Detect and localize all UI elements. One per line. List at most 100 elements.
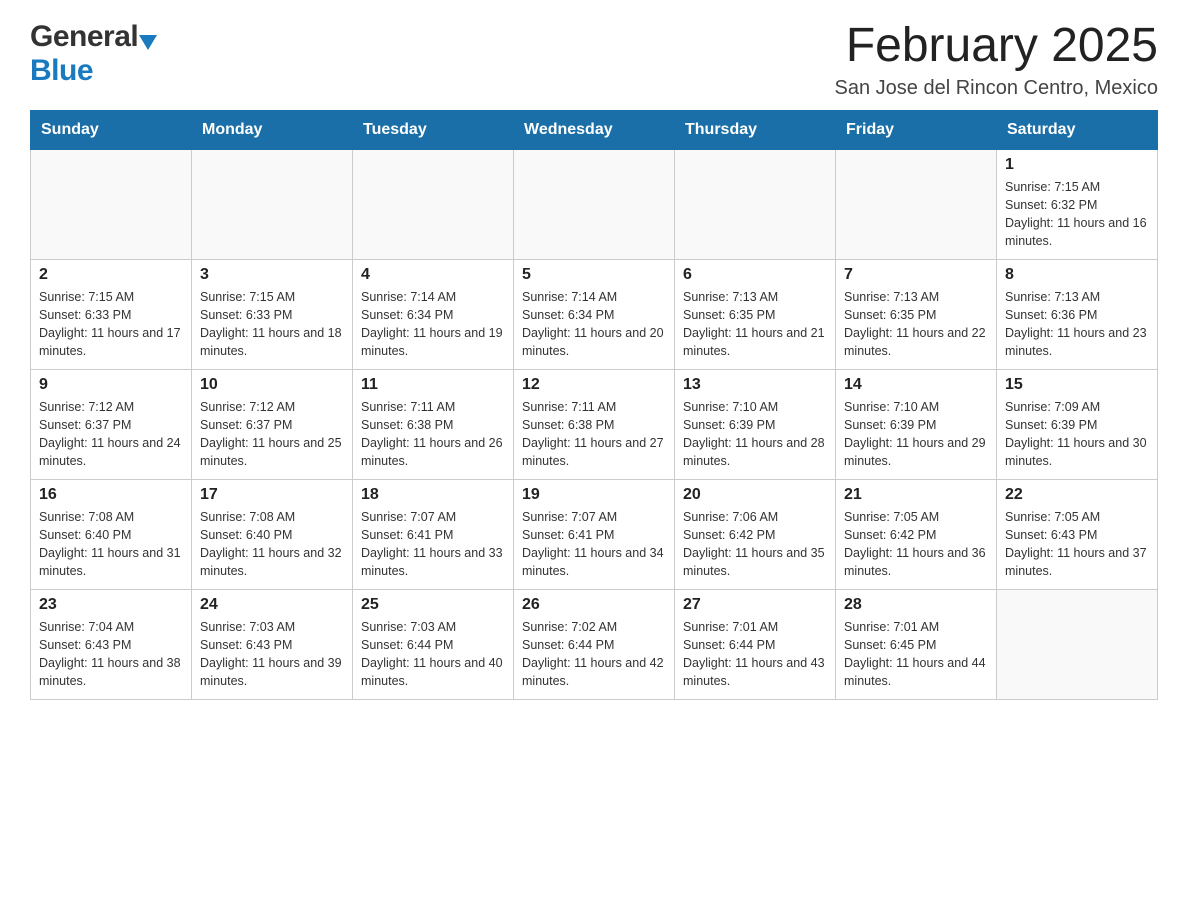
day-number: 22 (1005, 486, 1149, 504)
calendar-header: SundayMondayTuesdayWednesdayThursdayFrid… (31, 110, 1158, 149)
day-info: Sunrise: 7:02 AMSunset: 6:44 PMDaylight:… (522, 618, 666, 691)
day-info: Sunrise: 7:08 AMSunset: 6:40 PMDaylight:… (200, 508, 344, 581)
day-info: Sunrise: 7:13 AMSunset: 6:35 PMDaylight:… (683, 288, 827, 361)
day-info: Sunrise: 7:07 AMSunset: 6:41 PMDaylight:… (361, 508, 505, 581)
day-info: Sunrise: 7:01 AMSunset: 6:45 PMDaylight:… (844, 618, 988, 691)
calendar-day-cell: 24 Sunrise: 7:03 AMSunset: 6:43 PMDayligh… (192, 589, 353, 699)
calendar-day-cell: 16Sunrise: 7:08 AMSunset: 6:40 PMDayligh… (31, 479, 192, 589)
calendar-day-cell: 15Sunrise: 7:09 AMSunset: 6:39 PMDayligh… (997, 369, 1158, 479)
day-info: Sunrise: 7:06 AMSunset: 6:42 PMDaylight:… (683, 508, 827, 581)
calendar-day-header: Friday (836, 110, 997, 149)
calendar-week-row: 2 Sunrise: 7:15 AMSunset: 6:33 PMDaylight… (31, 259, 1158, 369)
calendar-day-header: Saturday (997, 110, 1158, 149)
day-number: 4 (361, 266, 505, 284)
page-subtitle: San Jose del Rincon Centro, Mexico (835, 77, 1159, 100)
day-info: Sunrise: 7:13 AMSunset: 6:36 PMDaylight:… (1005, 288, 1149, 361)
day-number: 24 (200, 596, 344, 614)
day-number: 2 (39, 266, 183, 284)
calendar-day-cell (836, 149, 997, 259)
calendar-day-cell: 19Sunrise: 7:07 AMSunset: 6:41 PMDayligh… (514, 479, 675, 589)
calendar-day-cell: 18 Sunrise: 7:07 AMSunset: 6:41 PMDayligh… (353, 479, 514, 589)
logo-blue: Blue (30, 54, 93, 87)
logo-general: General (30, 20, 138, 54)
calendar-header-row: SundayMondayTuesdayWednesdayThursdayFrid… (31, 110, 1158, 149)
day-info: Sunrise: 7:12 AMSunset: 6:37 PMDaylight:… (39, 398, 183, 471)
calendar-body: 1 Sunrise: 7:15 AMSunset: 6:32 PMDaylight… (31, 149, 1158, 699)
day-info: Sunrise: 7:09 AMSunset: 6:39 PMDaylight:… (1005, 398, 1149, 471)
calendar-day-cell (997, 589, 1158, 699)
calendar-day-cell: 1 Sunrise: 7:15 AMSunset: 6:32 PMDaylight… (997, 149, 1158, 259)
day-number: 10 (200, 376, 344, 394)
day-info: Sunrise: 7:12 AMSunset: 6:37 PMDaylight:… (200, 398, 344, 471)
calendar-day-cell (192, 149, 353, 259)
day-number: 14 (844, 376, 988, 394)
calendar-day-cell (31, 149, 192, 259)
calendar-day-cell: 21 Sunrise: 7:05 AMSunset: 6:42 PMDayligh… (836, 479, 997, 589)
day-info: Sunrise: 7:15 AMSunset: 6:32 PMDaylight:… (1005, 178, 1149, 251)
day-info: Sunrise: 7:03 AMSunset: 6:43 PMDaylight:… (200, 618, 344, 691)
calendar-day-cell: 12 Sunrise: 7:11 AMSunset: 6:38 PMDayligh… (514, 369, 675, 479)
calendar-day-cell: 7Sunrise: 7:13 AMSunset: 6:35 PMDaylight… (836, 259, 997, 369)
calendar-week-row: 16 Sunrise: 7:08 AMSunset: 6:40 PMDayligh… (31, 479, 1158, 589)
day-info: Sunrise: 7:04 AMSunset: 6:43 PMDaylight:… (39, 618, 183, 691)
logo: General Blue (30, 20, 157, 88)
calendar-day-header: Tuesday (353, 110, 514, 149)
calendar-day-cell (353, 149, 514, 259)
calendar-day-cell: 13 Sunrise: 7:10 AMSunset: 6:39 PMDayligh… (675, 369, 836, 479)
day-info: Sunrise: 7:13 AMSunset: 6:35 PMDaylight:… (844, 288, 988, 361)
day-info: Sunrise: 7:07 AMSunset: 6:41 PMDaylight:… (522, 508, 666, 581)
day-number: 26 (522, 596, 666, 614)
day-info: Sunrise: 7:10 AMSunset: 6:39 PMDaylight:… (683, 398, 827, 471)
calendar-day-header: Sunday (31, 110, 192, 149)
day-number: 12 (522, 376, 666, 394)
day-number: 28 (844, 596, 988, 614)
calendar-day-cell: 17 Sunrise: 7:08 AMSunset: 6:40 PMDayligh… (192, 479, 353, 589)
day-number: 6 (683, 266, 827, 284)
day-info: Sunrise: 7:14 AMSunset: 6:34 PMDaylight:… (522, 288, 666, 361)
day-number: 18 (361, 486, 505, 504)
calendar-day-cell: 14Sunrise: 7:10 AMSunset: 6:39 PMDayligh… (836, 369, 997, 479)
calendar-week-row: 1 Sunrise: 7:15 AMSunset: 6:32 PMDaylight… (31, 149, 1158, 259)
title-block: February 2025 San Jose del Rincon Centro… (835, 20, 1159, 100)
day-info: Sunrise: 7:15 AMSunset: 6:33 PMDaylight:… (39, 288, 183, 361)
calendar-day-cell: 20 Sunrise: 7:06 AMSunset: 6:42 PMDayligh… (675, 479, 836, 589)
day-number: 20 (683, 486, 827, 504)
calendar-week-row: 9 Sunrise: 7:12 AMSunset: 6:37 PMDaylight… (31, 369, 1158, 479)
day-info: Sunrise: 7:11 AMSunset: 6:38 PMDaylight:… (361, 398, 505, 471)
calendar-table: SundayMondayTuesdayWednesdayThursdayFrid… (30, 110, 1158, 700)
day-number: 5 (522, 266, 666, 284)
calendar-day-cell: 2 Sunrise: 7:15 AMSunset: 6:33 PMDaylight… (31, 259, 192, 369)
day-number: 13 (683, 376, 827, 394)
day-number: 16 (39, 486, 183, 504)
page-header: General Blue February 2025 San Jose del … (30, 20, 1158, 100)
logo-triangle-icon (139, 35, 157, 50)
day-info: Sunrise: 7:05 AMSunset: 6:43 PMDaylight:… (1005, 508, 1149, 581)
calendar-day-cell: 8 Sunrise: 7:13 AMSunset: 6:36 PMDaylight… (997, 259, 1158, 369)
calendar-day-cell: 6 Sunrise: 7:13 AMSunset: 6:35 PMDaylight… (675, 259, 836, 369)
calendar-day-cell: 25Sunrise: 7:03 AMSunset: 6:44 PMDayligh… (353, 589, 514, 699)
day-number: 3 (200, 266, 344, 284)
calendar-day-cell: 27Sunrise: 7:01 AMSunset: 6:44 PMDayligh… (675, 589, 836, 699)
day-number: 17 (200, 486, 344, 504)
day-info: Sunrise: 7:11 AMSunset: 6:38 PMDaylight:… (522, 398, 666, 471)
day-info: Sunrise: 7:14 AMSunset: 6:34 PMDaylight:… (361, 288, 505, 361)
calendar-day-cell: 26 Sunrise: 7:02 AMSunset: 6:44 PMDayligh… (514, 589, 675, 699)
day-number: 1 (1005, 156, 1149, 174)
day-number: 8 (1005, 266, 1149, 284)
calendar-day-cell: 4 Sunrise: 7:14 AMSunset: 6:34 PMDaylight… (353, 259, 514, 369)
day-info: Sunrise: 7:15 AMSunset: 6:33 PMDaylight:… (200, 288, 344, 361)
day-info: Sunrise: 7:01 AMSunset: 6:44 PMDaylight:… (683, 618, 827, 691)
calendar-day-cell: 11 Sunrise: 7:11 AMSunset: 6:38 PMDayligh… (353, 369, 514, 479)
calendar-day-cell (514, 149, 675, 259)
calendar-day-cell: 28 Sunrise: 7:01 AMSunset: 6:45 PMDayligh… (836, 589, 997, 699)
day-number: 9 (39, 376, 183, 394)
calendar-day-cell: 23 Sunrise: 7:04 AMSunset: 6:43 PMDayligh… (31, 589, 192, 699)
day-info: Sunrise: 7:05 AMSunset: 6:42 PMDaylight:… (844, 508, 988, 581)
day-number: 25 (361, 596, 505, 614)
day-number: 23 (39, 596, 183, 614)
calendar-day-header: Monday (192, 110, 353, 149)
day-number: 21 (844, 486, 988, 504)
calendar-day-cell: 5 Sunrise: 7:14 AMSunset: 6:34 PMDaylight… (514, 259, 675, 369)
day-number: 11 (361, 376, 505, 394)
calendar-day-header: Wednesday (514, 110, 675, 149)
